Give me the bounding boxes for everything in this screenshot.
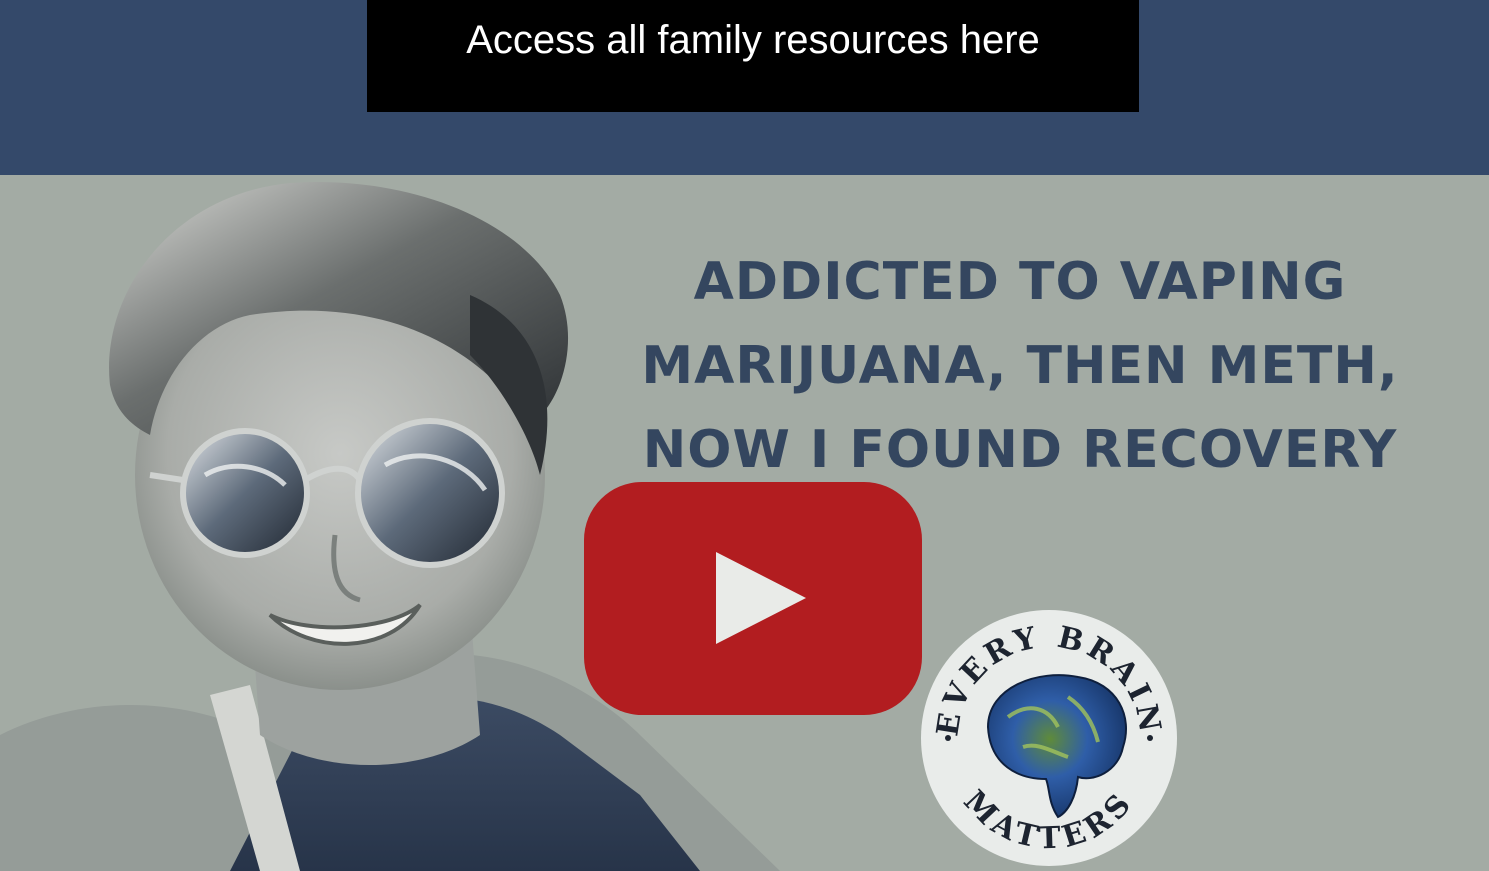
- header-band: Access all family resources here: [0, 0, 1489, 175]
- page: Access all family resources here ADDICTE…: [0, 0, 1489, 871]
- headline-line-2: MARIJUANA, THEN METH,: [641, 336, 1399, 396]
- headline-line-1: ADDICTED TO VAPING: [693, 252, 1347, 312]
- headline-line-3: NOW I FOUND RECOVERY: [642, 420, 1398, 480]
- video-thumbnail[interactable]: ADDICTED TO VAPING MARIJUANA, THEN METH,…: [0, 175, 1489, 871]
- family-resources-button[interactable]: Access all family resources here: [367, 0, 1139, 112]
- youtube-play-icon[interactable]: [584, 482, 922, 715]
- video-headline: ADDICTED TO VAPING MARIJUANA, THEN METH,…: [570, 240, 1470, 492]
- every-brain-matters-logo: EVERY BRAIN MATTERS: [921, 610, 1177, 866]
